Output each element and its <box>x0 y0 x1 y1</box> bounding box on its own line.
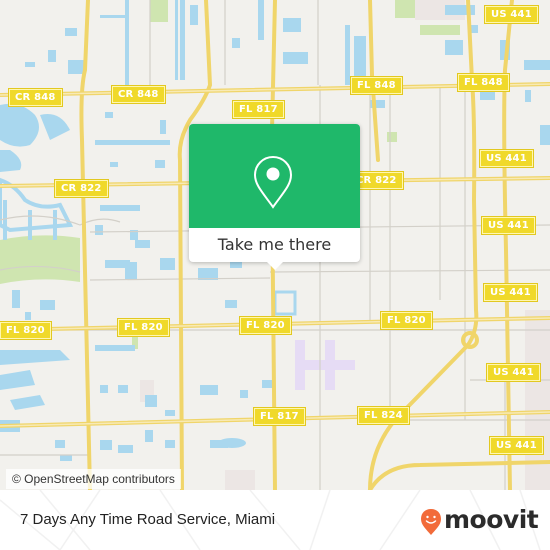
road-shield: US 441 <box>483 283 538 302</box>
road-shield: FL 820 <box>117 318 170 337</box>
brand-name: moovit <box>444 505 539 534</box>
road-shield: FL 848 <box>350 76 403 95</box>
road-shield: FL 820 <box>0 321 52 340</box>
road-shield: CR 822 <box>54 179 109 198</box>
road-shield: US 441 <box>481 216 536 235</box>
park <box>0 235 80 284</box>
landuse-area <box>225 470 255 490</box>
park <box>150 0 168 22</box>
road-shield: CR 848 <box>8 88 63 107</box>
map-view[interactable]: US 441 CR 848 CR 848 FL 848 FL 848 FL 81… <box>0 0 550 490</box>
place-name: 7 Days Any Time Road Service, Miami <box>20 511 276 528</box>
moovit-pin-icon <box>421 509 441 535</box>
park <box>395 0 417 18</box>
map-pin-icon <box>253 155 293 209</box>
road-shield: FL 820 <box>239 316 292 335</box>
road-shield: FL 848 <box>457 73 510 92</box>
road-shield: FL 817 <box>253 407 306 426</box>
road-shield: US 441 <box>479 149 534 168</box>
road-shield: FL 824 <box>357 406 410 425</box>
road-shield: FL 817 <box>232 100 285 119</box>
park <box>387 132 397 142</box>
popup-pointer <box>266 261 284 270</box>
road-shield: CR 848 <box>111 85 166 104</box>
road-shield: US 441 <box>486 363 541 382</box>
take-me-there-button[interactable]: Take me there <box>189 228 360 262</box>
road-shield: US 441 <box>489 436 544 455</box>
footer-bar: 7 Days Any Time Road Service, Miami moov… <box>0 490 550 550</box>
landuse-area <box>295 340 355 390</box>
road-shield: FL 820 <box>380 311 433 330</box>
park <box>420 25 460 35</box>
popup-header <box>189 124 360 228</box>
map-attribution[interactable]: © OpenStreetMap contributors <box>6 469 181 489</box>
road-shield: US 441 <box>484 5 539 24</box>
moovit-logo[interactable]: moovit <box>420 503 539 537</box>
location-popup: Take me there <box>189 124 360 262</box>
